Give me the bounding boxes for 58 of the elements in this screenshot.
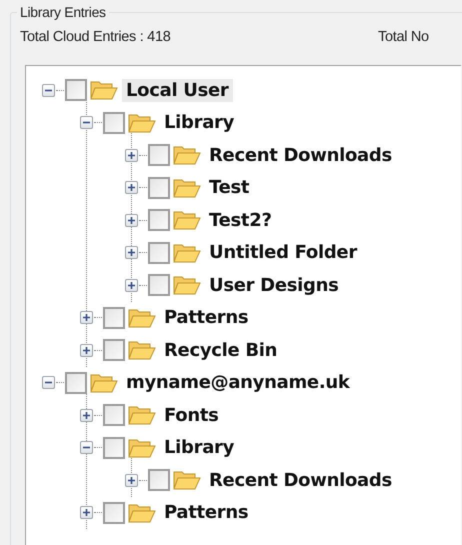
checkbox[interactable]	[103, 404, 125, 426]
expander-icon[interactable]	[125, 148, 138, 162]
total-label: Total No	[378, 28, 429, 47]
checkbox[interactable]	[65, 79, 87, 102]
expander-icon[interactable]	[125, 181, 138, 194]
total-label: Total Cloud Entries : 418	[20, 28, 172, 47]
checkbox[interactable]	[65, 372, 87, 394]
folder-icon	[128, 306, 156, 329]
folder-icon	[90, 79, 118, 102]
expander-icon[interactable]	[42, 376, 55, 390]
checkbox[interactable]	[103, 306, 125, 329]
folder-icon	[173, 144, 201, 166]
expander-icon[interactable]	[80, 344, 93, 357]
checkbox[interactable]	[103, 112, 125, 134]
tree-node-label[interactable]: Library	[160, 111, 238, 134]
expander-icon[interactable]	[80, 116, 93, 130]
folder-icon	[173, 274, 201, 296]
tree-node-label[interactable]: Library	[160, 436, 238, 460]
checkbox[interactable]	[148, 209, 170, 232]
folder-icon	[173, 242, 201, 264]
folder-icon	[128, 112, 156, 134]
checkbox[interactable]	[148, 274, 170, 296]
folder-icon	[173, 176, 201, 199]
tree-node-label[interactable]: Recycle Bin	[160, 338, 282, 362]
folder-icon	[128, 404, 156, 426]
expander-icon[interactable]	[125, 246, 138, 260]
checkbox[interactable]	[148, 242, 170, 264]
tree-node-label[interactable]: myname@anyname.uk	[122, 371, 354, 394]
tree-node-label[interactable]: Test	[205, 176, 254, 200]
checkbox[interactable]	[148, 144, 170, 166]
tree-node-label[interactable]: Patterns	[160, 306, 252, 330]
expander-icon[interactable]	[125, 474, 138, 487]
folder-icon	[128, 502, 156, 524]
expander-icon[interactable]	[80, 441, 93, 454]
folder-icon	[128, 436, 156, 459]
tree-node-label[interactable]: Recent Downloads	[205, 144, 396, 167]
expander-icon[interactable]	[42, 84, 55, 97]
expander-icon[interactable]	[125, 278, 138, 292]
tree-node-label[interactable]: Untitled Folder	[205, 241, 361, 264]
folder-icon	[90, 372, 118, 394]
tree-node-label[interactable]: Patterns	[160, 501, 252, 524]
checkbox[interactable]	[148, 176, 170, 199]
folder-icon	[173, 209, 201, 232]
tree-node-label[interactable]: User Designs	[205, 274, 343, 297]
folder-icon	[173, 469, 201, 492]
expander-icon[interactable]	[80, 506, 93, 520]
checkbox[interactable]	[148, 469, 170, 492]
tree-node-label[interactable]: Fonts	[160, 404, 223, 427]
expander-icon[interactable]	[80, 408, 93, 422]
expander-icon[interactable]	[80, 311, 93, 324]
checkbox[interactable]	[103, 436, 125, 459]
checkbox[interactable]	[103, 339, 125, 362]
tree-node-label[interactable]: Recent Downloads	[205, 468, 396, 492]
expander-icon[interactable]	[125, 214, 138, 227]
checkbox[interactable]	[103, 502, 125, 524]
tree-node-label[interactable]: Local User	[122, 78, 233, 102]
tree-node-label[interactable]: Test2?	[205, 208, 276, 232]
folder-icon	[128, 339, 156, 362]
